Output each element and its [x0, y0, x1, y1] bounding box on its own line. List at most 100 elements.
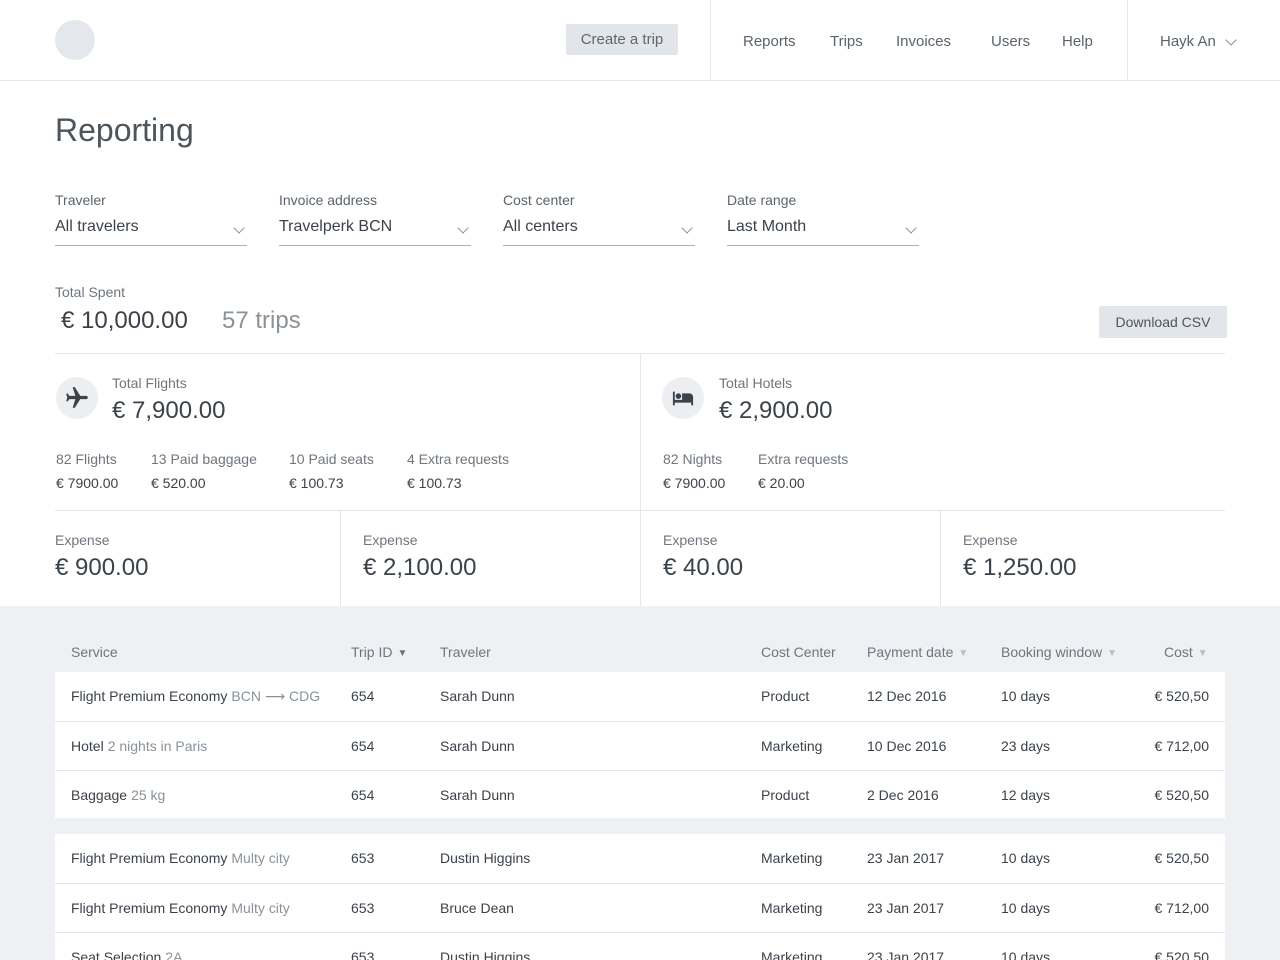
filter-invoice-address[interactable]: Invoice address Travelperk BCN: [279, 192, 471, 246]
sort-desc-icon[interactable]: ▼: [397, 648, 407, 659]
expense-value: € 2,100.00: [363, 554, 477, 581]
total-flights-label: Total Flights: [112, 375, 187, 391]
download-csv-button[interactable]: Download CSV: [1099, 306, 1227, 338]
nav-trips[interactable]: Trips: [830, 33, 863, 50]
paid-baggage-value: € 520.00: [151, 475, 206, 491]
trip-id-cell: 653: [351, 850, 375, 866]
column-header-cost[interactable]: Cost ▼: [1164, 644, 1208, 660]
filter-value: Last Month: [727, 218, 807, 235]
chevron-down-icon[interactable]: [1225, 34, 1237, 46]
booking-window-cell: 23 days: [1001, 738, 1051, 754]
table-row[interactable]: Baggage 25 kg 654 Sarah Dunn Product 2 De…: [55, 770, 1225, 819]
paid-seats-value: € 100.73: [289, 475, 344, 491]
table-row[interactable]: Flight Premium Economy BCN ⟶ CDG 654 Sarah …: [55, 672, 1225, 721]
booking-window-cell: 10 days: [1001, 850, 1051, 866]
column-header-label: Cost: [1164, 644, 1193, 660]
filter-date-range[interactable]: Date range Last Month: [727, 192, 919, 246]
extra-requests-label: 4 Extra requests: [407, 451, 509, 467]
column-header-label: Booking window: [1001, 644, 1103, 660]
service-name: Seat Selection: [71, 949, 162, 960]
table-row[interactable]: Flight Premium Economy Multy city 653 Bru…: [55, 883, 1225, 932]
nights-count-value: € 7900.00: [663, 475, 726, 491]
booking-window-cell: 10 days: [1001, 900, 1051, 916]
invoice-address-select[interactable]: Travelperk BCN: [279, 218, 471, 246]
route-origin: BCN: [231, 688, 261, 704]
nav-help[interactable]: Help: [1062, 33, 1093, 50]
user-menu[interactable]: Hayk An: [1160, 33, 1216, 50]
column-header-trip-id[interactable]: Trip ID ▼: [351, 644, 407, 660]
sort-icon[interactable]: ▼: [1107, 648, 1117, 659]
trip-group: Flight Premium Economy BCN ⟶ CDG 654 Sarah …: [55, 672, 1225, 818]
service-detail: 2 nights in Paris: [107, 738, 208, 754]
column-header-booking-window[interactable]: Booking window ▼: [1001, 644, 1117, 660]
traveler-select[interactable]: All travelers: [55, 218, 247, 246]
table-row[interactable]: Hotel 2 nights in Paris 654 Sarah Dunn Ma…: [55, 721, 1225, 770]
total-spent-label: Total Spent: [55, 284, 126, 300]
payment-date-cell: 23 Jan 2017: [867, 949, 945, 960]
chevron-down-icon: [681, 222, 693, 234]
expense-label: Expense: [963, 532, 1018, 548]
cost-cell: € 712,00: [1154, 900, 1210, 916]
cost-center-select[interactable]: All centers: [503, 218, 695, 246]
trip-group: Flight Premium Economy Multy city 653 Dus…: [55, 834, 1225, 960]
expense-value: € 1,250.00: [963, 554, 1077, 581]
column-header-label: Trip ID: [351, 644, 393, 660]
total-flights-amount: € 7,900.00: [112, 397, 226, 424]
date-range-select[interactable]: Last Month: [727, 218, 919, 246]
filter-cost-center[interactable]: Cost center All centers: [503, 192, 695, 246]
paid-baggage-label: 13 Paid baggage: [151, 451, 257, 467]
cost-center-cell: Product: [761, 787, 810, 803]
cost-cell: € 712,00: [1154, 738, 1210, 754]
airplane-icon: [56, 377, 98, 419]
bed-icon: [662, 377, 704, 419]
service-cell: Flight Premium Economy BCN ⟶ CDG: [71, 672, 320, 721]
table-row[interactable]: Flight Premium Economy Multy city 653 Dus…: [55, 834, 1225, 883]
nav-users[interactable]: Users: [991, 33, 1030, 50]
filter-value: Travelperk BCN: [279, 218, 393, 235]
filter-value: All travelers: [55, 218, 139, 235]
total-hotels-amount: € 2,900.00: [719, 397, 833, 424]
expense-value: € 900.00: [55, 554, 149, 581]
column-header-service: Service: [71, 644, 118, 660]
service-cell: Baggage 25 kg: [71, 771, 165, 820]
service-name: Baggage: [71, 787, 128, 803]
traveler-cell: Sarah Dunn: [440, 787, 515, 803]
service-detail: Multy city: [231, 850, 290, 866]
service-name: Flight Premium Economy: [71, 900, 228, 916]
nights-count-label: 82 Nights: [663, 451, 723, 467]
service-detail: 2A: [165, 949, 183, 960]
trip-id-cell: 653: [351, 900, 375, 916]
create-trip-button[interactable]: Create a trip: [566, 24, 678, 55]
sort-icon[interactable]: ▼: [1198, 648, 1208, 659]
route-arrow-icon: ⟶: [264, 688, 286, 704]
nav-invoices[interactable]: Invoices: [896, 33, 951, 50]
filter-traveler[interactable]: Traveler All travelers: [55, 192, 247, 246]
expense-value: € 40.00: [663, 554, 744, 581]
cost-center-cell: Marketing: [761, 850, 823, 866]
cost-center-cell: Marketing: [761, 900, 823, 916]
cost-cell: € 520,50: [1154, 688, 1210, 704]
flights-count-value: € 7900.00: [56, 475, 119, 491]
company-logo[interactable]: [55, 20, 95, 60]
column-header-label: Payment date: [867, 644, 954, 660]
total-trips-count: 57 trips: [222, 307, 301, 334]
table-row[interactable]: Seat Selection 2A 653 Dustin Higgins Mark…: [55, 932, 1225, 960]
cost-center-cell: Marketing: [761, 738, 823, 754]
service-name: Flight Premium Economy: [71, 688, 228, 704]
total-hotels-label: Total Hotels: [719, 375, 793, 391]
filter-label: Invoice address: [279, 192, 378, 208]
nav-reports[interactable]: Reports: [743, 33, 796, 50]
sort-icon[interactable]: ▼: [958, 648, 968, 659]
divider: [940, 511, 941, 606]
trip-id-cell: 654: [351, 738, 375, 754]
divider: [640, 511, 641, 606]
booking-window-cell: 10 days: [1001, 949, 1051, 960]
column-header-payment-date[interactable]: Payment date ▼: [867, 644, 968, 660]
traveler-cell: Dustin Higgins: [440, 949, 531, 960]
payment-date-cell: 2 Dec 2016: [867, 787, 939, 803]
column-header-cost-center: Cost Center: [761, 644, 836, 660]
divider: [340, 511, 341, 606]
page-title: Reporting: [55, 112, 194, 148]
service-detail: Multy city: [231, 900, 290, 916]
service-cell: Hotel 2 nights in Paris: [71, 722, 207, 771]
